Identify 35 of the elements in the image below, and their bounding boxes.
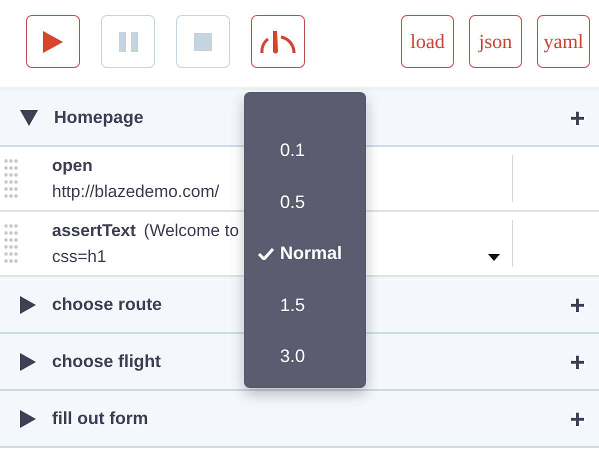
menu-item[interactable]: 0.5 [244, 176, 366, 228]
step-command: assertText [52, 221, 136, 240]
add-button[interactable]: + [570, 104, 585, 130]
stop-icon [194, 32, 212, 50]
file-button[interactable]: yaml [537, 15, 590, 68]
dropdown-caret-icon[interactable] [488, 254, 500, 261]
checkmark-icon [258, 247, 274, 260]
add-button[interactable]: + [570, 406, 585, 432]
collapse-icon[interactable] [20, 110, 38, 126]
speedometer-icon [259, 30, 297, 54]
play-icon [43, 30, 63, 52]
expand-icon[interactable] [20, 352, 36, 370]
drag-handle-icon [4, 224, 18, 264]
menu-item[interactable]: 1.5 [244, 280, 366, 331]
step-value: (Welcome to [144, 221, 239, 240]
group-title: Homepage [54, 106, 144, 130]
menu-item[interactable]: 0.1 [244, 125, 366, 176]
add-button[interactable]: + [570, 292, 585, 318]
drag-handle-icon [4, 158, 18, 198]
group-title: choose route [52, 293, 162, 316]
file-button[interactable]: load [401, 15, 454, 68]
step-command: open [52, 156, 93, 175]
speed-button[interactable] [251, 15, 305, 68]
file-button[interactable]: json [469, 15, 522, 68]
group-title: fill out form [52, 407, 148, 430]
group-title: choose flight [52, 350, 161, 374]
step-target: http://blazedemo.com/ [52, 180, 220, 202]
step-target: css=h1 [52, 246, 106, 268]
play-button[interactable] [26, 15, 80, 68]
pause-icon [118, 32, 138, 52]
add-button[interactable]: + [570, 348, 585, 374]
expand-icon[interactable] [20, 296, 36, 314]
expand-icon[interactable] [20, 410, 36, 428]
menu-item[interactable]: Normal [244, 228, 366, 280]
menu-item[interactable]: 3.0 [244, 331, 366, 382]
